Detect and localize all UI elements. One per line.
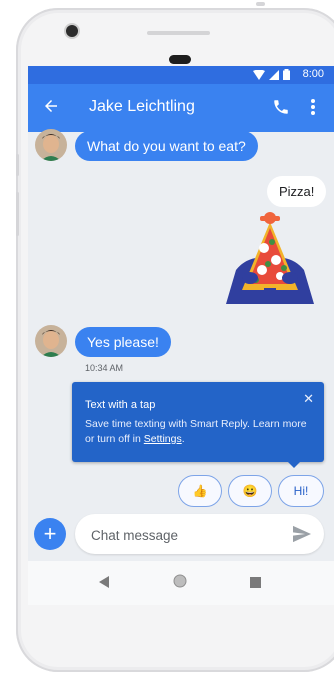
arrow-back-icon[interactable] [42,97,60,120]
smart-reply-chip[interactable]: 👍 [178,475,222,507]
signal-icon [269,69,279,80]
status-icons [253,69,290,80]
compose-box [75,514,324,554]
tooltip-body-text: Save time texting with Smart Reply. Lear… [85,418,307,445]
smart-reply-chip[interactable]: 😀 [228,475,272,507]
front-camera [66,25,78,37]
phone-top-button [256,2,265,6]
battery-icon [283,69,290,80]
nav-back-icon[interactable] [99,575,109,593]
message-timestamp: 10:34 AM [85,363,124,373]
smart-reply-chip[interactable]: Hi! [278,475,324,507]
app-bar: Jake Leichtling [28,84,334,132]
tooltip-body: Save time texting with Smart Reply. Lear… [85,417,311,447]
settings-link[interactable]: Settings [144,433,182,445]
send-icon[interactable] [292,525,312,548]
tooltip-title: Text with a tap [85,399,156,411]
phone-side-button [16,192,19,236]
tooltip-arrow [288,462,300,468]
incoming-message[interactable]: What do you want to eat? [75,131,258,161]
proximity-sensor [169,55,191,64]
system-nav-bar [28,561,334,605]
contact-name: Jake Leichtling [89,98,195,115]
nav-recents-icon[interactable] [250,575,261,593]
add-icon[interactable]: + [34,518,66,550]
incoming-message[interactable]: Yes please! [75,327,171,357]
avatar[interactable] [35,129,67,161]
close-icon[interactable]: ✕ [303,391,314,407]
status-bar: 8:00 [28,66,334,84]
phone-side-button [16,154,19,176]
chat-message-input[interactable] [89,524,283,546]
tooltip-body-end: . [181,433,185,445]
wifi-icon [253,69,265,80]
smart-reply-tooltip: Text with a tap Save time texting with S… [72,382,324,468]
more-vert-icon[interactable] [310,98,316,121]
nav-home-icon[interactable] [173,574,187,593]
avatar[interactable] [35,325,67,357]
phone-screen: 8:00 Jake Leichtling What do you want to… [28,66,334,605]
earpiece-speaker [147,31,210,35]
outgoing-message[interactable]: Pizza! [267,176,327,207]
pizza-sticker-icon[interactable] [216,212,324,308]
status-time: 8:00 [302,68,324,80]
phone-icon[interactable] [272,98,290,121]
